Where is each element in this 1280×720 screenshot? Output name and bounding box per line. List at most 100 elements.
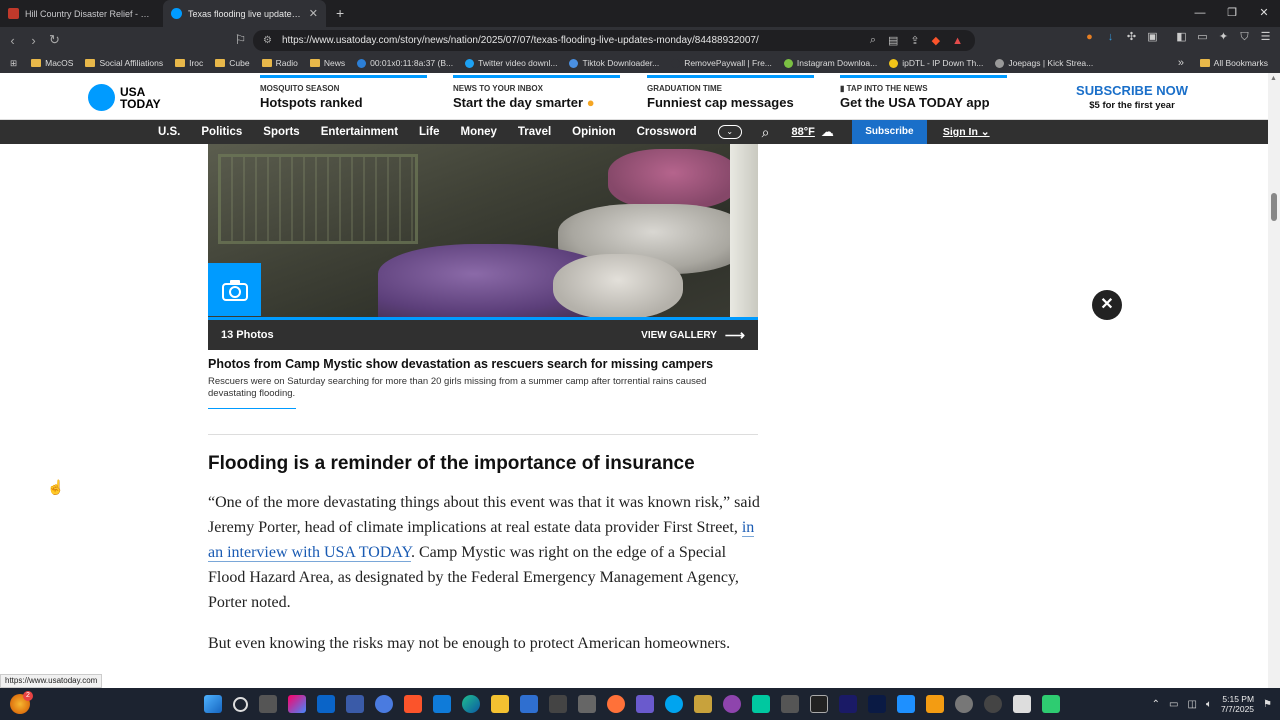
restore-icon[interactable]: ❐ (1216, 0, 1248, 27)
promo-item[interactable]: GRADUATION TIME Funniest cap messages (647, 75, 814, 110)
more-bookmarks-icon[interactable]: » (1178, 57, 1184, 69)
bookmark-item[interactable]: 00:01x0:11:8a:37 (B... (357, 58, 453, 68)
zoom-icon[interactable]: ⌕ (870, 34, 876, 47)
extension-icon[interactable]: ● (1083, 31, 1096, 44)
bookmark-item[interactable]: News (309, 58, 345, 68)
scroll-up-icon[interactable]: ▲ (1270, 75, 1277, 82)
bookmark-item[interactable]: Instagram Downloa... (783, 58, 877, 68)
sidebar-icon[interactable]: ◧ (1175, 31, 1188, 44)
chevron-up-icon[interactable]: ⌃ (1152, 699, 1160, 710)
tab-icon[interactable]: ▭ (1196, 31, 1209, 44)
notepad-icon[interactable] (1042, 695, 1060, 713)
address-bar[interactable]: ⚙ https://www.usatoday.com/story/news/na… (253, 30, 975, 51)
new-tab-button[interactable]: + (326, 5, 354, 27)
view-gallery-link[interactable]: VIEW GALLERY ⟶ (641, 327, 745, 344)
page-scrollbar[interactable]: ▲ (1268, 73, 1280, 688)
notifications-icon[interactable]: ⚑ (1263, 699, 1272, 710)
network-icon[interactable]: ◫ (1187, 699, 1196, 710)
bookmark-item[interactable]: ipDTL - IP Down Th... (889, 58, 983, 68)
tab-usatoday[interactable]: Texas flooding live updates: New ✕ (163, 0, 326, 27)
rewards-icon[interactable]: ▲ (952, 35, 963, 47)
outlook-icon[interactable] (317, 695, 335, 713)
capcut-icon[interactable] (810, 695, 828, 713)
close-ad-button[interactable]: ✕ (1092, 290, 1122, 320)
tray-icon[interactable]: ▭ (1169, 699, 1178, 710)
app-icon[interactable] (723, 695, 741, 713)
bookmark-item[interactable]: Tiktok Downloader... (569, 58, 659, 68)
nav-link-entertainment[interactable]: Entertainment (321, 126, 398, 138)
edge-icon[interactable] (462, 695, 480, 713)
sign-in-button[interactable]: Sign In ⌄ (943, 126, 990, 138)
store-icon[interactable] (520, 695, 538, 713)
reader-icon[interactable]: ▤ (888, 34, 898, 47)
brave-icon[interactable] (404, 695, 422, 713)
bookmark-item[interactable]: MacOS (31, 58, 73, 68)
weather-temp[interactable]: 88°F (792, 126, 815, 138)
close-tab-icon[interactable]: ✕ (309, 7, 318, 20)
wallet-icon[interactable]: ▣ (1146, 31, 1159, 44)
gallery-title[interactable]: Photos from Camp Mystic show devastation… (208, 357, 768, 371)
leo-icon[interactable]: ✦ (1217, 31, 1230, 44)
nav-link-sports[interactable]: Sports (263, 126, 299, 138)
outlook-new-icon[interactable] (433, 695, 451, 713)
app-icon[interactable] (984, 695, 1002, 713)
app-icon[interactable] (897, 695, 915, 713)
bookmark-item[interactable]: Twitter video downl... (465, 58, 557, 68)
more-nav-chevron-icon[interactable]: ⌄ (717, 125, 742, 139)
nav-link-opinion[interactable]: Opinion (572, 126, 615, 138)
bookmark-item[interactable]: Joepags | Kick Strea... (995, 58, 1093, 68)
bookmark-icon[interactable]: ⚐ (230, 32, 251, 48)
volume-icon[interactable]: 🔈︎ (1206, 699, 1212, 710)
bookmark-item[interactable]: Radio (261, 58, 298, 68)
photoshop-icon[interactable] (868, 695, 886, 713)
nav-link-us[interactable]: U.S. (158, 126, 180, 138)
clock[interactable]: 5:15 PM 7/7/2025 (1221, 694, 1254, 714)
app-icon[interactable] (578, 695, 596, 713)
search-icon[interactable]: ⌕ (762, 124, 770, 141)
tab-ktsa[interactable]: Hill Country Disaster Relief - KTSA (0, 0, 163, 27)
app-icon[interactable] (549, 695, 567, 713)
all-bookmarks[interactable]: All Bookmarks (1199, 53, 1268, 73)
app-icon[interactable] (781, 695, 799, 713)
skype-icon[interactable] (665, 695, 683, 713)
start-icon[interactable] (204, 695, 222, 713)
scrollbar-thumb[interactable] (1271, 193, 1277, 221)
nav-link-crossword[interactable]: Crossword (637, 126, 697, 138)
site-info-icon[interactable]: ⚙ (263, 35, 272, 46)
bookmark-item[interactable]: Cube (215, 58, 250, 68)
brave-shield-icon[interactable]: ◆ (932, 34, 940, 47)
nav-link-money[interactable]: Money (460, 126, 496, 138)
nav-link-travel[interactable]: Travel (518, 126, 551, 138)
forward-icon[interactable]: › (23, 33, 44, 48)
ndi-icon[interactable] (1013, 695, 1031, 713)
download-icon[interactable]: ↓ (1104, 31, 1117, 44)
firefox-icon[interactable] (607, 695, 625, 713)
bookmark-item[interactable]: RemovePaywall | Fre... (671, 58, 772, 68)
promo-item[interactable]: ▮ TAP INTO THE NEWS Get the USA TODAY ap… (840, 75, 1007, 110)
settings-icon[interactable] (955, 695, 973, 713)
nav-link-politics[interactable]: Politics (201, 126, 242, 138)
bookmark-item[interactable]: Social Affiliations (85, 58, 163, 68)
url-text[interactable]: https://www.usatoday.com/story/news/nati… (282, 35, 870, 46)
camera-icon[interactable] (208, 263, 261, 316)
app-icon[interactable] (375, 695, 393, 713)
copilot-icon[interactable] (288, 695, 306, 713)
search-taskbar-icon[interactable] (233, 696, 248, 712)
app-icon[interactable] (694, 695, 712, 713)
share-icon[interactable]: ⇪ (910, 34, 919, 47)
nav-link-life[interactable]: Life (419, 126, 439, 138)
apps-icon[interactable]: ⊞ (10, 58, 17, 69)
usa-today-logo[interactable]: USA TODAY (88, 84, 161, 111)
menu-icon[interactable]: ☰ (1259, 31, 1272, 44)
minimize-icon[interactable]: — (1184, 0, 1216, 27)
puzzle-icon[interactable]: ✣ (1125, 31, 1138, 44)
subscribe-button[interactable]: Subscribe (851, 120, 927, 144)
close-window-icon[interactable]: ✕ (1248, 0, 1280, 27)
reload-icon[interactable]: ↻ (44, 32, 65, 48)
promo-item[interactable]: NEWS TO YOUR INBOX Start the day smarter… (453, 75, 620, 110)
gallery-photo[interactable] (208, 144, 758, 319)
file-explorer-icon[interactable] (491, 695, 509, 713)
subscribe-now-promo[interactable]: SUBSCRIBE NOW $5 for the first year (1076, 83, 1188, 111)
app-icon[interactable] (636, 695, 654, 713)
gallery-bar[interactable]: 13 Photos VIEW GALLERY ⟶ (208, 317, 758, 350)
